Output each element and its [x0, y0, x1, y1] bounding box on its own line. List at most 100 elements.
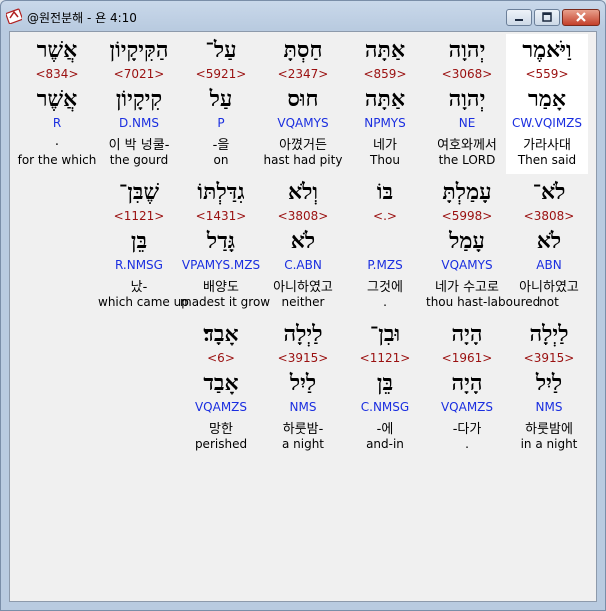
english-gloss: thou hast-laboured — [426, 295, 541, 309]
parsing-code: VPAMYS.MZS — [181, 258, 261, 272]
maximize-button[interactable] — [534, 9, 560, 26]
english-gloss: a night — [281, 437, 325, 451]
strong-number: <3915> — [277, 351, 329, 365]
parsing-code: VQAMYS — [441, 258, 493, 272]
english-gloss: which came up — [98, 295, 189, 309]
hebrew-root: חוּס — [287, 86, 319, 112]
parsing-code: C.NMSG — [360, 400, 410, 414]
hebrew-root — [344, 227, 426, 255]
word-cell[interactable]: לַיְלָה <3915> לַיִל NMS 하룻밤에 in a night — [508, 318, 590, 458]
hebrew-word: יְהוָה — [448, 37, 486, 63]
strong-number: <1961> — [441, 351, 493, 365]
strong-number: <559> — [525, 67, 569, 81]
word-cell[interactable]: אֲשֶׁר <834> אֲשֶׁר R. for the which — [16, 34, 98, 174]
word-cell[interactable]: וּבִן־ <1121> בֵּן C.NMSG -에 and-in — [344, 318, 426, 458]
hebrew-root: אָמַר — [528, 86, 566, 112]
hebrew-root: בֵּן — [376, 370, 394, 396]
hebrew-word: אֲשֶׁר — [36, 37, 78, 63]
window-title: @원전분해 - 욘 4:10 — [27, 11, 137, 25]
word-cell[interactable]: וַיֹּאמֶר <559> אָמַר CW.VQIMZS 가라사대 Then sai… — [506, 34, 588, 174]
close-button[interactable] — [562, 9, 600, 26]
strong-number: <3915> — [523, 351, 575, 365]
strong-number: <859> — [363, 67, 407, 81]
parsing-code: NPMYS — [364, 116, 406, 130]
strong-number: <3808> — [523, 209, 575, 223]
korean-gloss: 여호와께서 — [437, 138, 497, 153]
hebrew-root: לַיִל — [535, 370, 563, 396]
hebrew-root: גָּדַל — [206, 228, 236, 254]
strong-number: <3808> — [277, 209, 329, 223]
hebrew-word: לֹא־ — [532, 179, 566, 205]
parsing-code: NMS — [289, 400, 317, 414]
word-cell[interactable]: עָמַלְתָּ <5998> עָמַל VQAMYS 네가 수고로 thou has… — [426, 176, 541, 316]
parsing-code: NMS — [535, 400, 563, 414]
word-cell[interactable]: אַתָּה <859> אַתָּה NPMYS 네가 Thou — [344, 34, 426, 174]
minimize-icon — [515, 19, 523, 21]
hebrew-word: חַסְתָּ — [283, 37, 323, 63]
korean-gloss: -에 — [376, 422, 394, 437]
korean-gloss: 가라사대 — [523, 138, 571, 153]
word-cell[interactable]: הַקִּיקָיוֹן <7021> קִיקָיוֹן D.NMS 이 박 넝쿨-t… — [98, 34, 180, 174]
word-cell[interactable]: גִדַּלְתּוֹ <1431> גָּדַל VPAMYS.MZS 배양도 made… — [180, 176, 271, 316]
title-bar[interactable]: @원전분해 - 욘 4:10 — [1, 1, 605, 31]
hebrew-word: וַיֹּאמֶר — [522, 37, 572, 63]
parsing-code: C.ABN — [284, 258, 322, 272]
english-gloss: hast had pity — [263, 153, 343, 167]
minimize-button[interactable] — [506, 9, 532, 26]
strong-number: <1121> — [359, 351, 411, 365]
english-gloss: neither — [281, 295, 325, 309]
parsing-code: R — [52, 116, 62, 130]
korean-gloss: . — [54, 134, 60, 149]
word-cell[interactable]: אָבָד׃ <6> אָבַד VQAMZS 망한 perished — [180, 318, 262, 458]
strong-number: <834> — [35, 67, 79, 81]
korean-gloss: 났- — [130, 280, 148, 295]
strong-number: <1121> — [113, 209, 165, 223]
parsing-code: ABN — [536, 258, 562, 272]
hebrew-word: שֶׁבִּן־ — [118, 179, 160, 205]
english-gloss: for the which — [17, 153, 97, 167]
word-cell[interactable]: חַסְתָּ <2347> חוּס VQAMYS 아꼈거든 hast had pity — [262, 34, 344, 174]
english-gloss: on — [213, 153, 229, 167]
hebrew-word: לַיְלָה — [283, 321, 323, 347]
hebrew-word: בּוֹ — [376, 179, 394, 205]
word-cell[interactable]: הָיָה <1961> הָיָה VQAMZS -다가. — [426, 318, 508, 458]
hebrew-root: לֹא — [290, 228, 316, 254]
korean-gloss: 네가 — [373, 138, 397, 153]
hebrew-word: לַיְלָה — [529, 321, 569, 347]
hebrew-root: לַיִל — [289, 370, 317, 396]
word-cell[interactable]: שֶׁבִּן־ <1121> בֵּן R.NMSG 났-which came up — [98, 176, 189, 316]
parsing-code: R.NMSG — [115, 258, 163, 272]
parsing-code: VQAMZS — [194, 400, 248, 414]
hebrew-root: אַתָּה — [364, 86, 406, 112]
english-gloss: madest it grow — [180, 295, 271, 309]
app-window: @원전분해 - 욘 4:10 וַיֹּאמֶר <559> אָמַר CW.VQI… — [0, 0, 606, 611]
hebrew-word: הַקִּיקָיוֹן — [109, 37, 169, 63]
korean-gloss: 네가 수고로 — [435, 280, 499, 295]
word-cell[interactable]: יְהוָה <3068> יְהוָה NE 여호와께서 the LORD — [426, 34, 508, 174]
hebrew-root: קִיקָיוֹן — [115, 86, 163, 112]
strong-number: <3068> — [441, 67, 493, 81]
korean-gloss: 그것에 — [367, 280, 403, 295]
word-cell[interactable]: לַיְלָה <3915> לַיִל NMS 하룻밤-a night — [262, 318, 344, 458]
word-cell[interactable]: וְלֹא <3808> לֹא C.ABN 아니하였고 neither — [262, 176, 344, 316]
parsing-code: P.MZS — [367, 258, 403, 272]
hebrew-root: בֵּן — [130, 228, 148, 254]
word-cell[interactable]: בּוֹ <.> P.MZS 그것에. — [344, 176, 426, 316]
english-gloss: . — [383, 295, 387, 309]
strong-number: <.> — [373, 209, 397, 223]
hebrew-root: הָיָה — [451, 370, 483, 396]
word-analysis-panel[interactable]: וַיֹּאמֶר <559> אָמַר CW.VQIMZS 가라사대 Then sai… — [9, 31, 597, 602]
parsing-code: D.NMS — [118, 116, 159, 130]
word-cell[interactable]: עַל־ <5921> עַל P -을 on — [180, 34, 262, 174]
close-icon — [576, 12, 586, 22]
hebrew-root: עַל — [209, 86, 233, 112]
parsing-code: VQAMYS — [277, 116, 329, 130]
parsing-code: CW.VQIMZS — [511, 116, 583, 130]
korean-gloss: 배양도 — [203, 280, 239, 295]
strong-number: <1431> — [195, 209, 247, 223]
english-gloss: . — [465, 437, 469, 451]
strong-number: <5921> — [195, 67, 247, 81]
korean-gloss: -다가 — [452, 422, 482, 437]
hebrew-root: לֹא — [536, 228, 562, 254]
hebrew-word: אַתָּה — [364, 37, 406, 63]
